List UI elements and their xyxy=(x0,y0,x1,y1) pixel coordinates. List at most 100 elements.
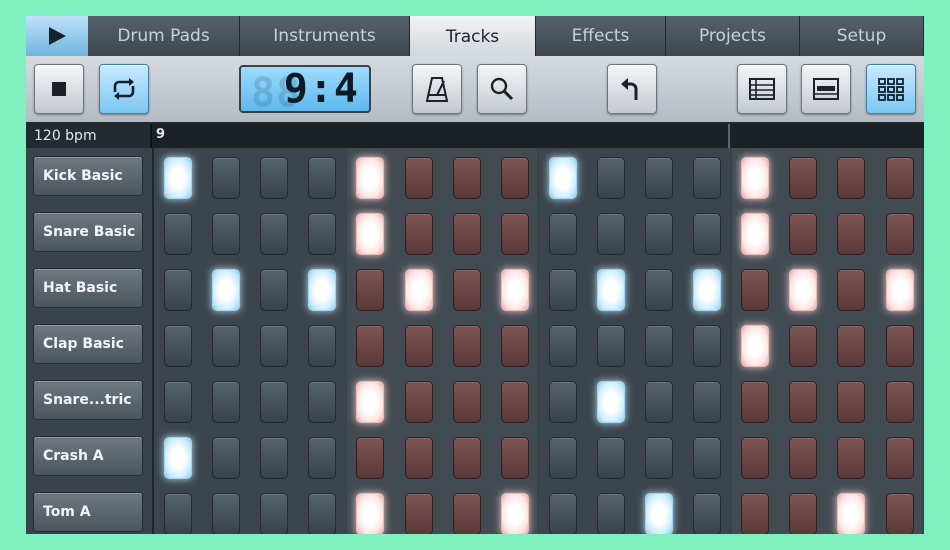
step-pad[interactable] xyxy=(260,325,289,367)
step-pad[interactable] xyxy=(212,213,241,255)
step-pad[interactable] xyxy=(645,269,673,311)
step-pad[interactable] xyxy=(404,269,433,311)
step-pad[interactable] xyxy=(212,157,241,199)
step-pad[interactable] xyxy=(548,213,577,255)
step-pad[interactable] xyxy=(596,157,625,199)
step-pad[interactable] xyxy=(789,437,818,479)
step-pad[interactable] xyxy=(693,213,722,255)
step-pad[interactable] xyxy=(596,269,625,311)
step-pad[interactable] xyxy=(789,325,818,367)
step-pad[interactable] xyxy=(404,157,433,199)
step-pad[interactable] xyxy=(596,493,625,534)
step-pad[interactable] xyxy=(404,437,433,479)
step-pad[interactable] xyxy=(308,493,337,534)
tab-projects[interactable]: Projects xyxy=(666,16,800,56)
step-pad[interactable] xyxy=(885,437,914,479)
step-pad[interactable] xyxy=(741,157,770,199)
step-pad[interactable] xyxy=(548,325,577,367)
step-pad[interactable] xyxy=(356,325,385,367)
step-pad[interactable] xyxy=(741,493,770,534)
step-pad[interactable] xyxy=(164,437,192,479)
step-pad[interactable] xyxy=(596,437,625,479)
step-pad[interactable] xyxy=(500,269,529,311)
tab-tracks[interactable]: Tracks xyxy=(410,16,536,58)
step-pad[interactable] xyxy=(548,157,577,199)
track-button[interactable]: Snare...tric xyxy=(33,380,143,420)
step-pad[interactable] xyxy=(500,493,529,534)
step-pad[interactable] xyxy=(260,437,289,479)
step-pad[interactable] xyxy=(885,493,914,534)
step-pad[interactable] xyxy=(404,493,433,534)
step-pad[interactable] xyxy=(452,157,481,199)
step-pad[interactable] xyxy=(500,157,529,199)
step-pad[interactable] xyxy=(645,381,673,423)
track-button[interactable]: Kick Basic xyxy=(33,156,143,196)
step-pad[interactable] xyxy=(356,381,385,423)
step-pad[interactable] xyxy=(164,325,192,367)
pattern-view-button[interactable] xyxy=(801,64,851,114)
step-pad[interactable] xyxy=(548,437,577,479)
step-grid-view-button[interactable] xyxy=(866,64,916,114)
step-pad[interactable] xyxy=(452,269,481,311)
step-pad[interactable] xyxy=(837,269,866,311)
step-pad[interactable] xyxy=(212,325,241,367)
step-pad[interactable] xyxy=(356,269,385,311)
step-pad[interactable] xyxy=(645,157,673,199)
step-pad[interactable] xyxy=(164,381,192,423)
step-pad[interactable] xyxy=(789,381,818,423)
step-pad[interactable] xyxy=(308,157,337,199)
step-pad[interactable] xyxy=(741,325,770,367)
step-pad[interactable] xyxy=(837,325,866,367)
step-pad[interactable] xyxy=(308,325,337,367)
step-pad[interactable] xyxy=(356,213,385,255)
step-pad[interactable] xyxy=(885,157,914,199)
track-button[interactable]: Crash A xyxy=(33,436,143,476)
step-pad[interactable] xyxy=(885,269,914,311)
step-pad[interactable] xyxy=(548,493,577,534)
step-pad[interactable] xyxy=(452,325,481,367)
step-pad[interactable] xyxy=(741,213,770,255)
tab-instruments[interactable]: Instruments xyxy=(240,16,410,56)
step-pad[interactable] xyxy=(645,325,673,367)
step-pad[interactable] xyxy=(164,493,192,534)
step-pad[interactable] xyxy=(596,381,625,423)
track-button[interactable]: Snare Basic xyxy=(33,212,143,252)
step-pad[interactable] xyxy=(837,381,866,423)
step-pad[interactable] xyxy=(308,269,337,311)
step-pad[interactable] xyxy=(789,493,818,534)
step-pad[interactable] xyxy=(308,213,337,255)
step-pad[interactable] xyxy=(885,381,914,423)
step-pad[interactable] xyxy=(260,493,289,534)
stop-button[interactable] xyxy=(34,64,84,114)
step-pad[interactable] xyxy=(500,213,529,255)
step-pad[interactable] xyxy=(164,269,192,311)
undo-button[interactable] xyxy=(607,64,657,114)
step-pad[interactable] xyxy=(596,213,625,255)
step-pad[interactable] xyxy=(645,437,673,479)
step-pad[interactable] xyxy=(260,269,289,311)
step-pad[interactable] xyxy=(404,381,433,423)
step-pad[interactable] xyxy=(693,325,722,367)
track-button[interactable]: Hat Basic xyxy=(33,268,143,308)
step-pad[interactable] xyxy=(596,325,625,367)
step-pad[interactable] xyxy=(452,437,481,479)
step-pad[interactable] xyxy=(693,269,722,311)
step-pad[interactable] xyxy=(789,157,818,199)
step-pad[interactable] xyxy=(164,213,192,255)
step-pad[interactable] xyxy=(260,213,289,255)
step-pad[interactable] xyxy=(741,381,770,423)
tab-effects[interactable]: Effects xyxy=(536,16,666,56)
step-pad[interactable] xyxy=(837,493,866,534)
step-pad[interactable] xyxy=(837,157,866,199)
step-pad[interactable] xyxy=(452,213,481,255)
step-pad[interactable] xyxy=(308,381,337,423)
step-pad[interactable] xyxy=(308,437,337,479)
tempo-label[interactable]: 120 bpm xyxy=(26,124,152,148)
step-pad[interactable] xyxy=(404,325,433,367)
loop-button[interactable] xyxy=(99,64,149,114)
step-pad[interactable] xyxy=(693,437,722,479)
play-button[interactable] xyxy=(26,16,89,56)
step-pad[interactable] xyxy=(500,325,529,367)
step-pad[interactable] xyxy=(404,213,433,255)
step-pad[interactable] xyxy=(885,213,914,255)
